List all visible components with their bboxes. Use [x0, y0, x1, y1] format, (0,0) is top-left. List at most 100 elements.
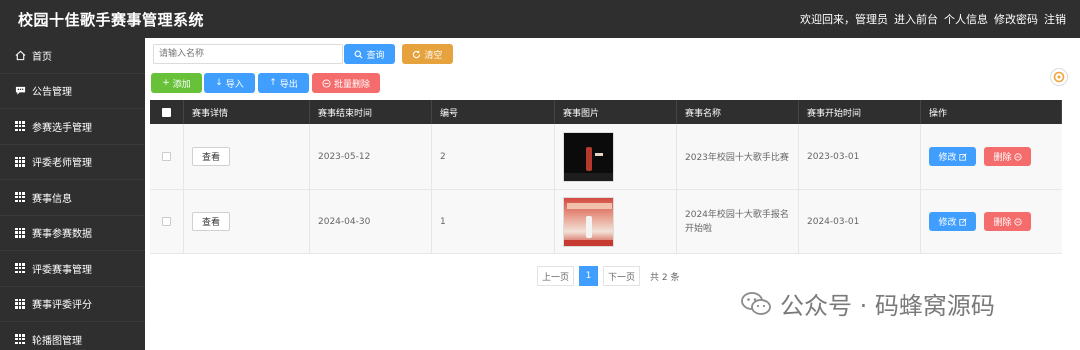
- end-time-cell: 2023-05-12: [310, 124, 432, 189]
- export-button[interactable]: ↑ 导出: [258, 73, 309, 93]
- wechat-icon: [741, 291, 771, 315]
- add-button[interactable]: + 添加: [151, 73, 202, 93]
- event-image[interactable]: [563, 131, 614, 182]
- grid-icon: [14, 191, 26, 203]
- page-number-button[interactable]: 1: [579, 266, 599, 286]
- arrow-up-icon: ↑: [269, 78, 277, 88]
- change-password-link[interactable]: 修改密码: [994, 11, 1038, 27]
- theme-settings-icon[interactable]: [1050, 68, 1068, 86]
- clear-label: 清空: [424, 50, 443, 61]
- sidebar-item-event-data[interactable]: 赛事参赛数据: [0, 216, 145, 251]
- message-icon: [14, 85, 26, 97]
- pagination: 上一页 1 下一页 共 2 条: [537, 266, 679, 286]
- edit-button[interactable]: 修改: [929, 212, 976, 231]
- header-checkbox-cell: [150, 100, 184, 124]
- select-all-checkbox[interactable]: [162, 107, 171, 117]
- column-header: 赛事详情: [184, 100, 310, 124]
- sidebar: 首页 公告管理 参赛选手管理 评委老师管理 赛事信息 赛事参赛数据 评委赛事管理…: [0, 38, 145, 350]
- top-bar: 校园十佳歌手赛事管理系统 欢迎回来，管理员 进入前台 个人信息 修改密码 注销: [0, 0, 1080, 38]
- watermark: 公众号 · 码蜂窝源码: [740, 286, 995, 321]
- row-checkbox[interactable]: [162, 152, 171, 161]
- sidebar-item-judges[interactable]: 评委老师管理: [0, 145, 145, 180]
- prev-page-button[interactable]: 上一页: [537, 266, 575, 286]
- sidebar-item-label: 评委赛事管理: [32, 264, 92, 276]
- query-button[interactable]: 查询: [344, 44, 395, 64]
- home-icon: [14, 49, 26, 61]
- end-time-cell: 2024-04-30: [310, 190, 432, 253]
- grid-icon: [14, 333, 26, 345]
- events-table: 赛事详情 赛事结束时间 编号 赛事图片 赛事名称 赛事开始时间 操作 查看 20…: [150, 100, 1062, 254]
- grid-icon: [14, 298, 26, 310]
- table-row: 查看 2023-05-12 2 2023年校园十大歌手比赛 2023-03-01…: [150, 124, 1062, 190]
- sidebar-item-label: 赛事评委评分: [32, 300, 92, 312]
- view-button[interactable]: 查看: [192, 147, 230, 166]
- event-name-cell: 2024年校园十大歌手报名开始啦: [677, 190, 799, 253]
- search-input[interactable]: [153, 44, 343, 64]
- delete-button[interactable]: 删除: [984, 212, 1031, 231]
- next-page-button[interactable]: 下一页: [603, 266, 641, 286]
- view-button[interactable]: 查看: [192, 212, 230, 231]
- refresh-icon: [413, 50, 421, 58]
- delete-label: 删除: [993, 153, 1012, 163]
- import-label: 导入: [225, 79, 244, 90]
- event-name-cell: 2023年校园十大歌手比赛: [677, 124, 799, 189]
- sidebar-item-label: 参赛选手管理: [32, 122, 92, 134]
- row-checkbox-cell: [150, 124, 184, 189]
- start-time-cell: 2024-03-01: [799, 190, 921, 253]
- batch-delete-label: 批量删除: [333, 79, 370, 90]
- minus-circle-icon: [322, 78, 331, 88]
- clear-button[interactable]: 清空: [402, 44, 453, 64]
- image-cell: [555, 190, 677, 253]
- minus-circle-icon: [1013, 217, 1022, 226]
- sidebar-item-label: 赛事参赛数据: [32, 229, 92, 241]
- event-name-text: 2024年校园十大歌手报名开始啦: [685, 209, 789, 234]
- detail-cell: 查看: [184, 190, 310, 253]
- detail-cell: 查看: [184, 124, 310, 189]
- column-header: 赛事开始时间: [799, 100, 921, 124]
- search-icon: [355, 50, 363, 58]
- top-links: 欢迎回来，管理员 进入前台 个人信息 修改密码 注销: [800, 11, 1066, 27]
- id-cell: 2: [432, 124, 555, 189]
- image-cell: [555, 124, 677, 189]
- sidebar-item-label: 评委老师管理: [32, 158, 92, 170]
- sidebar-item-label: 公告管理: [32, 87, 72, 99]
- sidebar-item-judge-scores[interactable]: 赛事评委评分: [0, 287, 145, 322]
- app-title: 校园十佳歌手赛事管理系统: [18, 11, 205, 29]
- grid-icon: [14, 227, 26, 239]
- sidebar-item-label: 轮播图管理: [32, 335, 82, 347]
- sidebar-item-home[interactable]: 首页: [0, 38, 145, 74]
- sidebar-item-label: 首页: [32, 51, 52, 63]
- total-count: 共 2 条: [650, 272, 680, 283]
- actions-cell: 修改 删除: [921, 124, 1062, 189]
- sidebar-item-contestants[interactable]: 参赛选手管理: [0, 109, 145, 145]
- delete-button[interactable]: 删除: [984, 147, 1031, 166]
- column-header: 赛事名称: [677, 100, 799, 124]
- sidebar-item-label: 赛事信息: [32, 193, 72, 205]
- delete-label: 删除: [993, 218, 1012, 228]
- edit-label: 修改: [938, 218, 957, 228]
- grid-icon: [14, 120, 26, 132]
- sidebar-item-judge-events[interactable]: 评委赛事管理: [0, 251, 145, 287]
- sidebar-item-carousel[interactable]: 轮播图管理: [0, 322, 145, 350]
- import-button[interactable]: ↓ 导入: [204, 73, 255, 93]
- batch-delete-button[interactable]: 批量删除: [312, 73, 380, 93]
- watermark-text: 公众号 · 码蜂窝源码: [780, 292, 995, 320]
- query-label: 查询: [366, 50, 385, 61]
- edit-button[interactable]: 修改: [929, 147, 976, 166]
- column-header: 赛事结束时间: [310, 100, 432, 124]
- profile-link[interactable]: 个人信息: [944, 11, 988, 27]
- add-label: 添加: [172, 79, 191, 90]
- column-header: 编号: [432, 100, 555, 124]
- logout-link[interactable]: 注销: [1044, 11, 1066, 27]
- edit-label: 修改: [938, 153, 957, 163]
- grid-icon: [14, 156, 26, 168]
- enter-frontend-link[interactable]: 进入前台: [894, 11, 938, 27]
- sidebar-item-announcements[interactable]: 公告管理: [0, 74, 145, 109]
- edit-icon: [958, 218, 966, 226]
- event-image[interactable]: [563, 196, 614, 247]
- id-cell: 1: [432, 190, 555, 253]
- welcome-text: 欢迎回来，管理员: [800, 13, 888, 26]
- minus-circle-icon: [1013, 152, 1022, 161]
- row-checkbox[interactable]: [162, 217, 171, 226]
- sidebar-item-events[interactable]: 赛事信息: [0, 180, 145, 216]
